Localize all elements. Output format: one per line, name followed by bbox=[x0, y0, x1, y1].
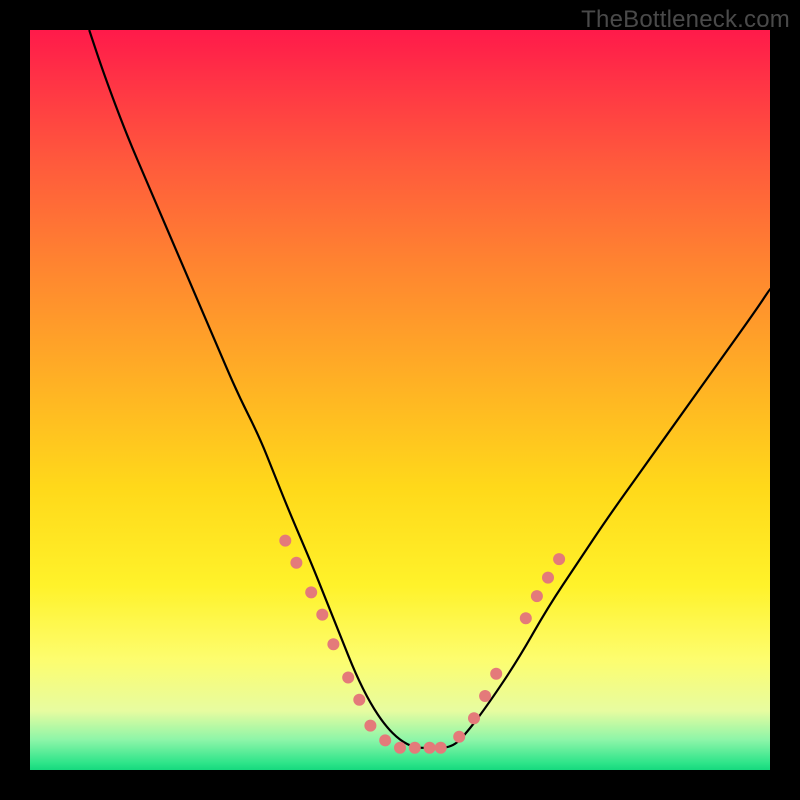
curve-marker bbox=[520, 612, 532, 624]
curve-marker bbox=[553, 553, 565, 565]
curve-marker bbox=[435, 742, 447, 754]
curve-marker bbox=[342, 672, 354, 684]
curve-marker bbox=[353, 694, 365, 706]
curve-marker bbox=[479, 690, 491, 702]
curve-marker bbox=[279, 535, 291, 547]
curve-marker bbox=[542, 572, 554, 584]
curve-marker bbox=[409, 742, 421, 754]
curve-marker bbox=[424, 742, 436, 754]
curve-marker bbox=[394, 742, 406, 754]
curve-marker bbox=[290, 557, 302, 569]
curve-markers bbox=[279, 535, 565, 754]
curve-marker bbox=[468, 712, 480, 724]
curve-marker bbox=[316, 609, 328, 621]
curve-marker bbox=[379, 734, 391, 746]
curve-marker bbox=[531, 590, 543, 602]
bottleneck-curve bbox=[89, 30, 770, 748]
chart-frame: TheBottleneck.com bbox=[0, 0, 800, 800]
curve-marker bbox=[490, 668, 502, 680]
curve-marker bbox=[305, 586, 317, 598]
curve-marker bbox=[453, 731, 465, 743]
curve-marker bbox=[327, 638, 339, 650]
curve-marker bbox=[364, 720, 376, 732]
plot-area bbox=[30, 30, 770, 770]
curve-svg bbox=[30, 30, 770, 770]
